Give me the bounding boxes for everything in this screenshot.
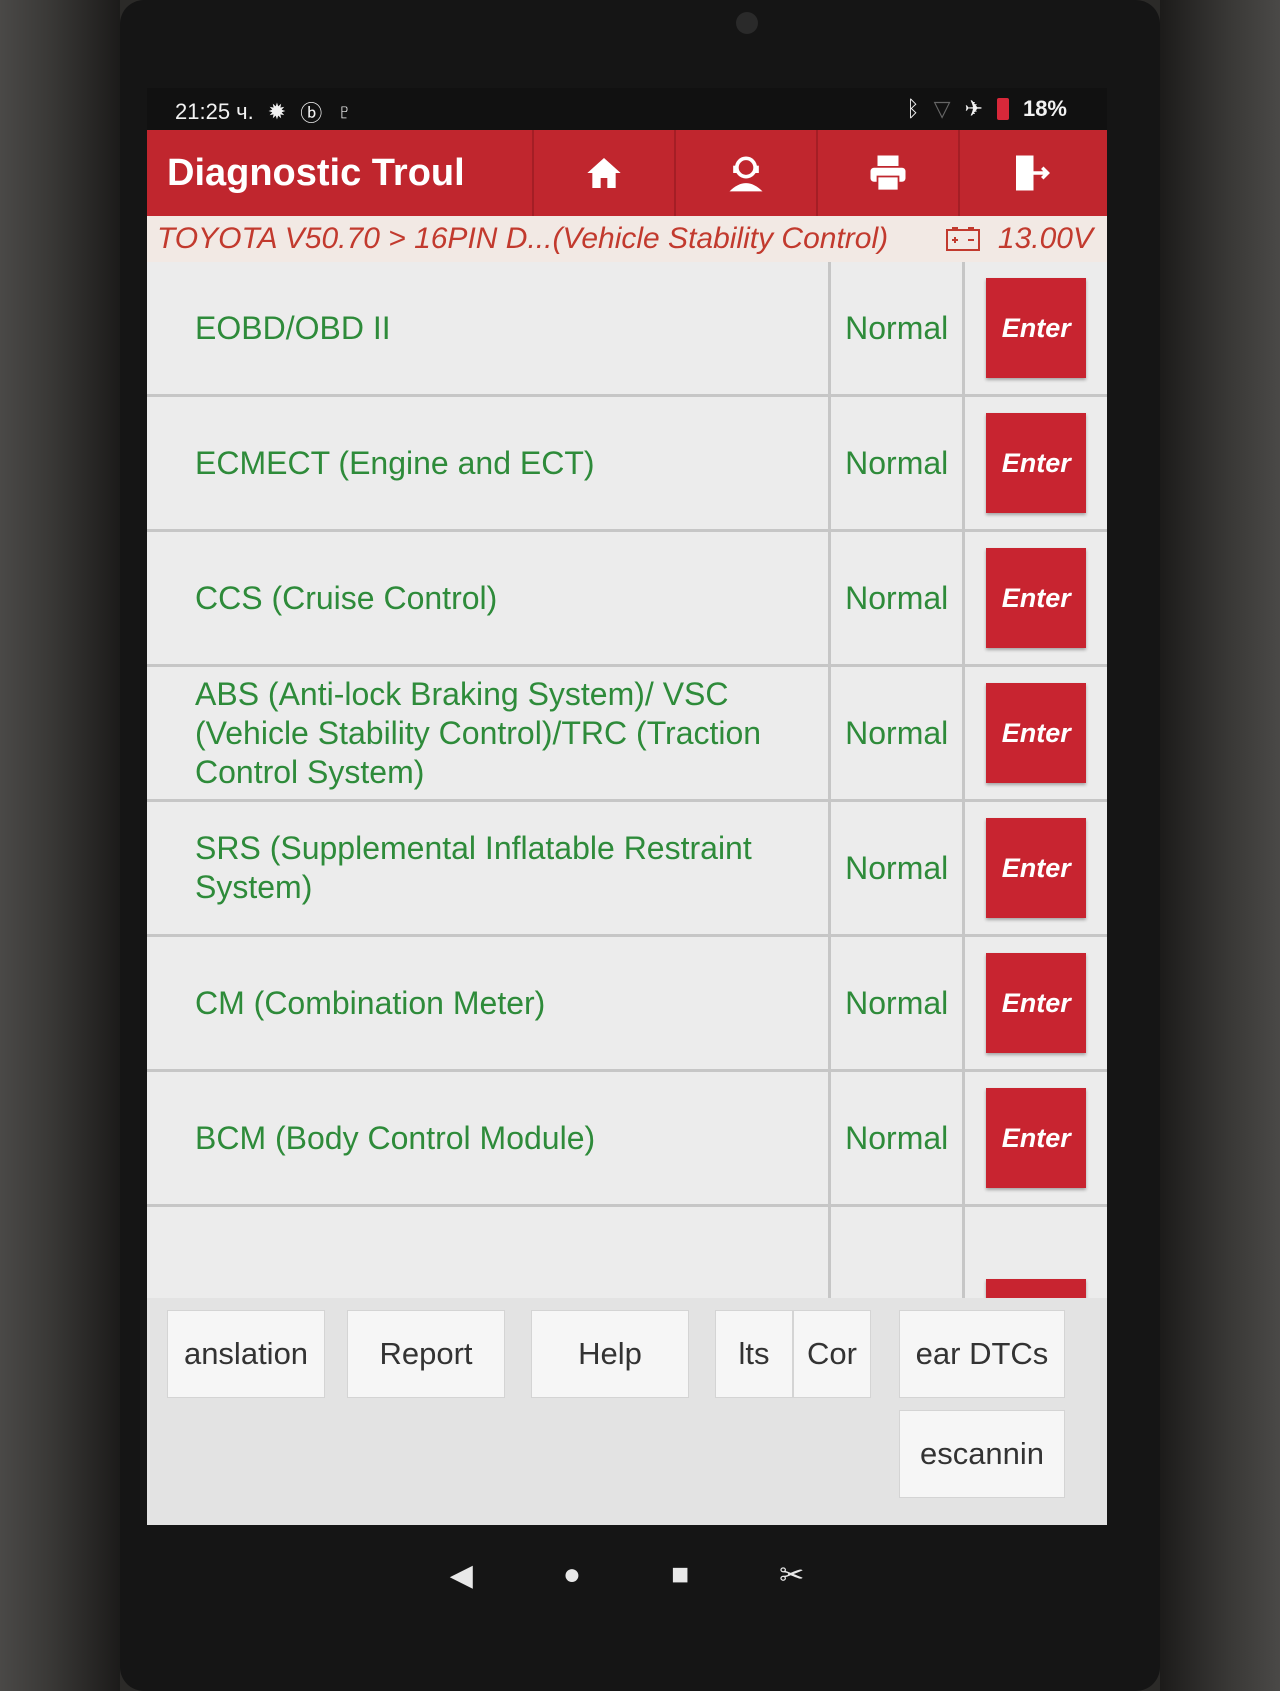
app-bar: Diagnostic Troul [147,130,1107,216]
enter-button[interactable]: Enter [986,1088,1087,1188]
battery-voltage-icon [945,227,980,251]
enter-button[interactable]: Enter [986,278,1087,378]
list-item: SRS (Supplemental Inflatable Restraint S… [147,802,1107,937]
system-name: ECMECT (Engine and ECT) [147,397,831,529]
exit-icon [1016,155,1050,191]
translation-button[interactable]: anslation [167,1310,325,1398]
list-item: BCM (Body Control Module) Normal Enter [147,1072,1107,1207]
help-button[interactable]: Help [531,1310,689,1398]
enter-button[interactable]: Enter [986,818,1087,918]
list-item: ABS (Anti-lock Braking System)/ VSC (Veh… [147,667,1107,802]
system-status: Normal [831,262,966,394]
list-item-partial [147,1207,1107,1298]
system-name: CM (Combination Meter) [147,937,831,1069]
component-button[interactable]: Cor [793,1310,871,1398]
report-button[interactable]: Report [347,1310,505,1398]
enter-button-partial[interactable] [986,1279,1087,1298]
enter-button[interactable]: Enter [986,548,1087,648]
stethoscope-icon: ♇ [336,99,353,124]
page-title: Diagnostic Troul [167,151,465,194]
screen: 21:25 ч. ✹ ⓑ ♇ ᛒ ▽ ✈ 18% Diagnostic Trou… [147,88,1107,1525]
list-item: ECMECT (Engine and ECT) Normal Enter [147,397,1107,532]
system-status: Normal [831,397,966,529]
system-status: Normal [831,667,966,799]
print-icon [870,155,906,192]
list-item: CM (Combination Meter) Normal Enter [147,937,1107,1072]
battery-level: 18% [1022,96,1067,121]
status-bar: 21:25 ч. ✹ ⓑ ♇ ᛒ ▽ ✈ 18% [147,88,1107,130]
enter-button[interactable]: Enter [986,953,1087,1053]
signal-icon: ▽ [933,96,951,121]
gear-icon: ✹ [267,99,287,124]
system-name: CCS (Cruise Control) [147,532,831,664]
system-status: Normal [831,1072,966,1204]
system-name: EOBD/OBD II [147,262,831,394]
system-status-partial [831,1207,966,1298]
system-status: Normal [831,937,966,1069]
breadcrumb-path: TOYOTA V50.70 > 16PIN D...(Vehicle Stabi… [157,222,889,255]
print-button[interactable] [816,130,958,216]
breadcrumb: TOYOTA V50.70 > 16PIN D...(Vehicle Stabi… [147,216,1107,262]
status-time: 21:25 ч. [175,99,254,124]
bluetooth-circle-icon: ⓑ [300,101,323,126]
voltage-value: 13.00V [997,222,1093,255]
enter-button[interactable]: Enter [986,413,1087,513]
screenshot-icon[interactable]: ✂ [779,1558,804,1593]
system-name: ABS (Anti-lock Braking System)/ VSC (Veh… [147,667,831,799]
system-name: SRS (Supplemental Inflatable Restraint S… [147,802,831,934]
clear-dtcs-button[interactable]: ear DTCs [899,1310,1065,1398]
device-bezel-left [0,0,120,1691]
system-status: Normal [831,802,966,934]
results-button[interactable]: lts [715,1310,793,1398]
back-icon[interactable]: ◀ [450,1558,473,1593]
enter-button[interactable]: Enter [986,683,1087,783]
system-status: Normal [831,532,966,664]
device-bezel-right [1160,0,1280,1691]
system-list: EOBD/OBD II Normal Enter ECMECT (Engine … [147,262,1107,1298]
home-icon [587,158,621,188]
exit-button[interactable] [958,130,1100,216]
home-dot-icon[interactable]: ● [563,1558,581,1592]
system-name-partial [147,1207,831,1298]
action-toolbar: anslation Report Help lts Cor ear DTCs e… [147,1298,1107,1525]
support-button[interactable] [674,130,816,216]
list-item: CCS (Cruise Control) Normal Enter [147,532,1107,667]
camera-icon [736,12,758,34]
home-button[interactable] [532,130,674,216]
list-item: EOBD/OBD II Normal Enter [147,262,1107,397]
system-name: BCM (Body Control Module) [147,1072,831,1204]
rescanning-button[interactable]: escannin [899,1410,1065,1498]
battery-icon [996,98,1009,120]
support-icon [729,156,763,192]
airplane-icon: ✈ [964,96,983,121]
system-navigation-bar: ◀ ● ■ ✂ [147,1525,1107,1625]
recents-icon[interactable]: ■ [671,1558,689,1592]
bluetooth-icon: ᛒ [906,96,920,121]
